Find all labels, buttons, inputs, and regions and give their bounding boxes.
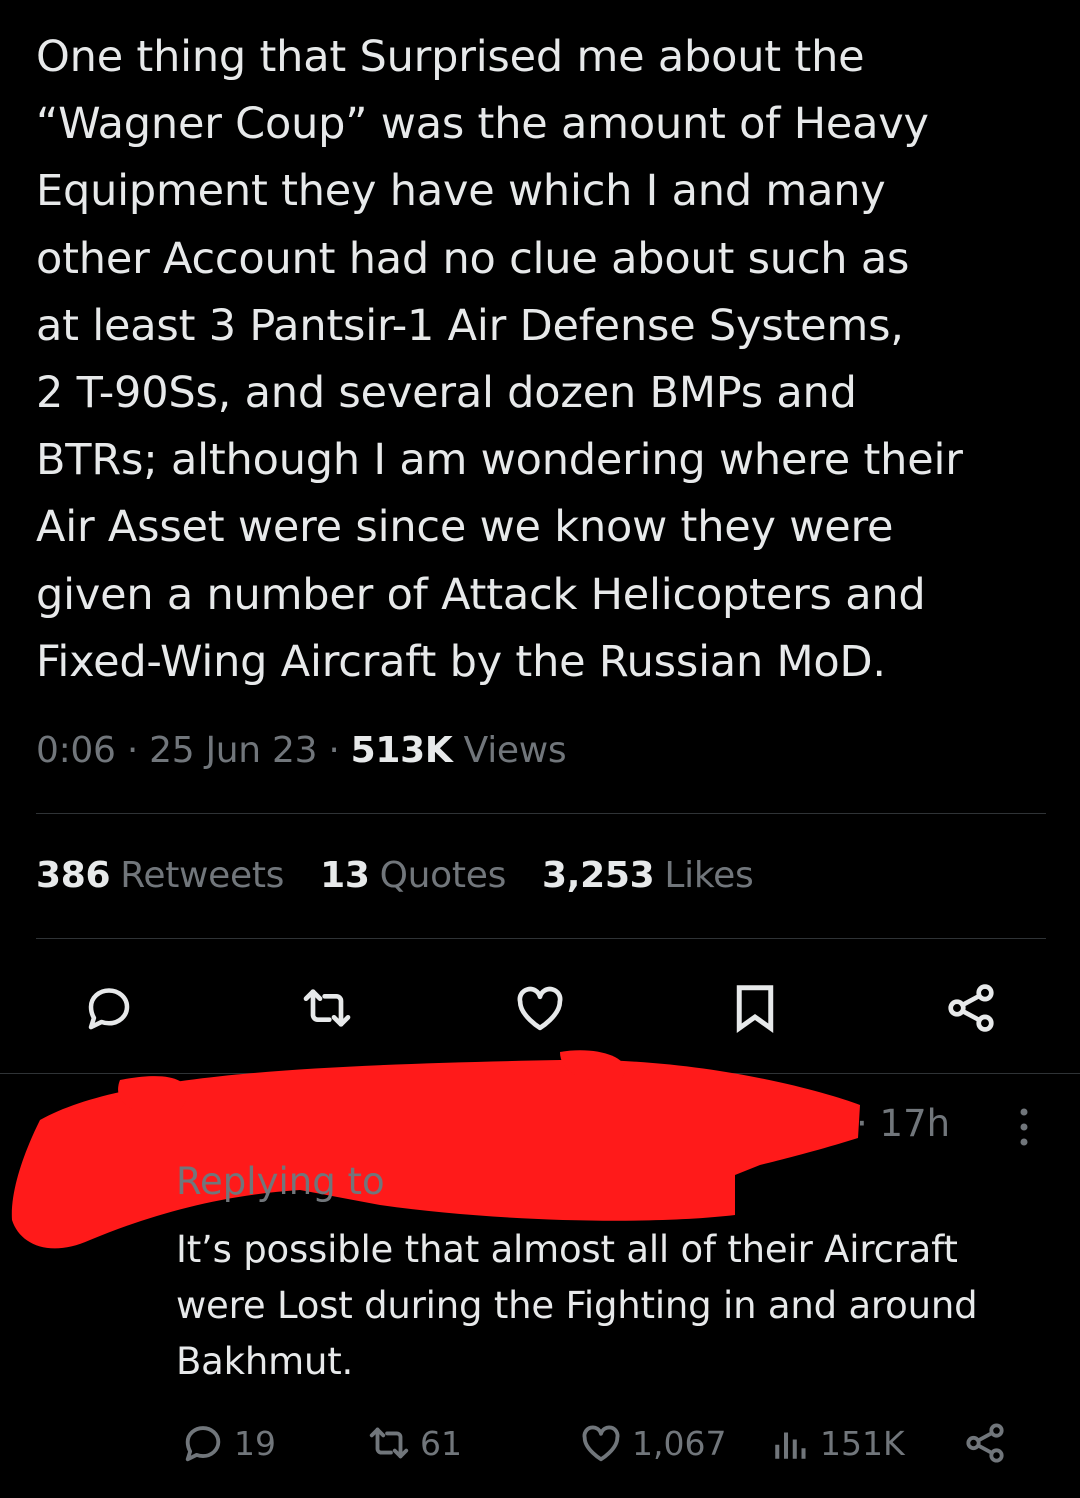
reply-views-count: 151K — [820, 1423, 905, 1463]
reply-like-button[interactable]: 1,067 — [578, 1418, 726, 1468]
reply-icon — [185, 1426, 221, 1462]
replying-to-label: Replying to — [176, 1160, 385, 1203]
reply-reply-button[interactable]: 19 — [180, 1418, 276, 1468]
reply-views-button[interactable]: 151K — [770, 1418, 905, 1468]
retweet-icon — [369, 1427, 409, 1459]
share-icon — [966, 1423, 1004, 1463]
reply-reply-count: 19 — [234, 1423, 276, 1463]
like-icon — [582, 1425, 620, 1462]
more-options-button[interactable] — [1004, 1102, 1044, 1152]
reply-share-button[interactable] — [962, 1418, 1008, 1468]
reply-like-count: 1,067 — [632, 1423, 727, 1463]
views-chart-icon — [775, 1432, 806, 1459]
reply-timestamp[interactable]: · 17h — [856, 1102, 950, 1145]
reply-action-bar: 19 61 1,067 151K — [0, 1418, 1080, 1468]
reply-retweet-button[interactable]: 61 — [366, 1418, 462, 1468]
reply-retweet-count: 61 — [420, 1423, 462, 1463]
more-vertical-icon — [1020, 1108, 1028, 1146]
reply-text: It’s possible that almost all of their A… — [176, 1228, 978, 1383]
